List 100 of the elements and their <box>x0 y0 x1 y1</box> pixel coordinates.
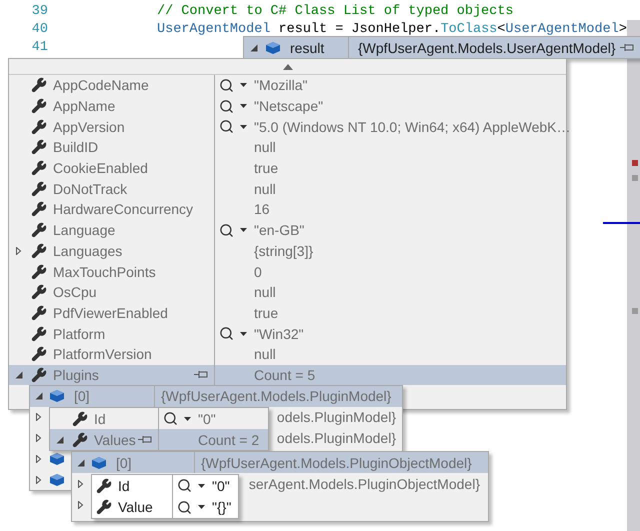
dropdown-caret-icon[interactable] <box>240 124 246 129</box>
dropdown-caret-icon[interactable] <box>184 416 190 420</box>
expanded-arrow-icon[interactable] <box>56 436 64 444</box>
member-row[interactable]: AppName "Netscape" <box>9 96 566 116</box>
item-value: serAgent.Models.PluginObjectModel} <box>248 476 480 492</box>
member-row[interactable]: Platform "Win32" <box>9 323 566 344</box>
variable-name: result <box>290 40 324 56</box>
dropdown-caret-icon[interactable] <box>240 228 246 232</box>
collapsed-arrow-icon[interactable] <box>77 480 85 488</box>
member-value: "Netscape" <box>254 98 324 114</box>
item-index: [0] <box>74 388 90 404</box>
item-value: odels.PluginModel} <box>276 430 396 446</box>
search-icon[interactable] <box>176 500 192 515</box>
member-row[interactable]: BuildID null <box>9 137 566 158</box>
scrollbar[interactable] <box>626 20 640 531</box>
collapsed-arrow-icon[interactable] <box>35 413 43 422</box>
member-row[interactable]: AppCodeName "Mozilla" <box>9 75 566 96</box>
wrench-icon <box>31 118 47 135</box>
member-row[interactable]: Id "0" <box>92 475 238 496</box>
search-icon[interactable] <box>218 326 234 342</box>
code-token: < <box>497 22 506 36</box>
line-number: 40 <box>30 22 48 36</box>
member-row[interactable]: PdfViewerEnabled true <box>9 302 566 324</box>
expanded-arrow-icon[interactable] <box>35 392 43 400</box>
wrench-icon <box>31 160 47 176</box>
dropdown-caret-icon[interactable] <box>198 505 204 510</box>
member-name: AppName <box>53 98 116 114</box>
wrench-icon <box>96 478 112 494</box>
wrench-icon <box>31 366 47 383</box>
member-row[interactable]: Plugins Count = 5 <box>9 364 566 386</box>
member-name: Id <box>118 478 130 494</box>
wrench-icon <box>31 201 47 218</box>
wrench-icon <box>31 264 47 280</box>
member-value: "{}" <box>212 499 232 516</box>
member-value: null <box>254 180 276 197</box>
collapsed-arrow-icon[interactable] <box>15 246 23 255</box>
member-name: Languages <box>53 242 122 259</box>
collapsed-arrow-icon[interactable] <box>35 454 43 463</box>
code-token: result = JsonHelper. <box>278 22 441 36</box>
expanded-arrow-icon[interactable] <box>250 44 258 52</box>
dropdown-caret-icon[interactable] <box>240 332 246 336</box>
variable-value: {WpfUserAgent.Models.UserAgentModel} <box>358 40 616 56</box>
caret-line <box>603 222 640 224</box>
member-row[interactable]: DoNotTrack null <box>9 178 566 200</box>
scroll-up-arrow-icon[interactable] <box>282 64 292 70</box>
member-name: OsCpu <box>53 284 97 300</box>
wrench-icon <box>31 304 47 321</box>
member-row[interactable]: HardwareConcurrency 16 <box>9 199 566 220</box>
collapsed-arrow-icon[interactable] <box>77 500 85 508</box>
member-value: null <box>254 139 276 156</box>
member-row[interactable]: CookieEnabled true <box>9 158 566 178</box>
member-name: Platform <box>53 326 106 342</box>
pin-icon[interactable] <box>138 435 152 444</box>
wrench-icon <box>31 139 47 156</box>
search-icon[interactable] <box>218 222 234 238</box>
expanded-arrow-icon[interactable] <box>15 370 23 379</box>
search-icon[interactable] <box>218 78 234 93</box>
search-icon[interactable] <box>218 119 234 134</box>
member-row[interactable]: Values Count = 2 <box>50 429 268 450</box>
member-name: PlatformVersion <box>53 346 152 362</box>
member-name: MaxTouchPoints <box>53 264 156 280</box>
search-icon[interactable] <box>162 411 178 426</box>
member-row[interactable]: MaxTouchPoints 0 <box>9 261 566 282</box>
collapsed-arrow-icon[interactable] <box>35 476 43 484</box>
member-row[interactable]: OsCpu null <box>9 282 566 303</box>
search-icon[interactable] <box>176 478 192 494</box>
member-value: Count = 5 <box>254 366 316 383</box>
code-token: UserAgentModel <box>505 22 619 36</box>
cube-icon <box>265 40 281 54</box>
member-value: null <box>254 284 276 300</box>
member-value: true <box>254 304 278 321</box>
pin-icon[interactable] <box>194 370 208 380</box>
member-name: PdfViewerEnabled <box>53 304 168 321</box>
collapsed-arrow-icon[interactable] <box>35 434 43 442</box>
expanded-arrow-icon[interactable] <box>77 458 85 466</box>
wrench-icon <box>31 284 47 300</box>
cube-icon <box>49 389 65 404</box>
member-name: Language <box>53 222 116 238</box>
dropdown-caret-icon[interactable] <box>198 484 204 488</box>
wrench-icon <box>31 242 47 259</box>
member-value: "5.0 (Windows NT 10.0; Win64; x64) AppleWebK… <box>254 118 570 135</box>
item-index: [0] <box>116 454 132 470</box>
selected-item-row[interactable]: [0] {WpfUserAgent.Models.PluginModel} <box>30 386 402 407</box>
selected-item-row[interactable]: [0] {WpfUserAgent.Models.PluginObjectModel} <box>72 452 488 473</box>
member-row[interactable]: Languages {string[3]} <box>9 240 566 262</box>
wrench-icon <box>72 432 88 448</box>
dropdown-caret-icon[interactable] <box>240 104 246 108</box>
member-row[interactable]: Language "en-GB" <box>9 220 566 240</box>
member-value: 16 <box>254 201 270 218</box>
member-name: CookieEnabled <box>53 160 148 176</box>
member-row[interactable]: Value "{}" <box>92 496 238 518</box>
member-name: Plugins <box>53 366 99 383</box>
code-token: > <box>618 22 627 36</box>
search-icon[interactable] <box>218 98 234 114</box>
pin-icon[interactable] <box>620 43 634 52</box>
cube-icon <box>49 472 65 487</box>
wrench-icon <box>96 499 112 516</box>
wrench-icon <box>72 410 88 426</box>
dropdown-caret-icon[interactable] <box>240 83 246 88</box>
member-name: AppVersion <box>53 118 125 135</box>
